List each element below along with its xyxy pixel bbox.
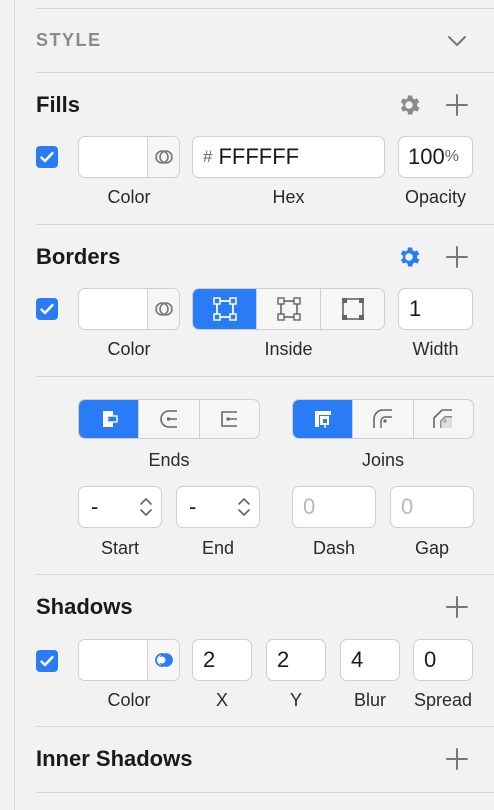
shadow-x-label: X: [215, 690, 228, 710]
end-round-icon: [160, 410, 177, 428]
join-bevel-icon: [433, 409, 453, 428]
gap-field[interactable]: 0: [390, 486, 474, 528]
joins-label: Joins: [361, 450, 405, 470]
updown-chevron-icon: [238, 498, 250, 516]
divider: [36, 792, 494, 793]
shadow-blur-field[interactable]: 4: [340, 639, 400, 681]
shadow-blur-label: Blur: [353, 690, 386, 710]
borders-settings-gear-icon[interactable]: [395, 243, 423, 271]
fills-hex-label: Hex: [272, 187, 305, 207]
border-inside-icon: [212, 297, 237, 321]
end-square-option[interactable]: [198, 400, 259, 438]
end-label: End: [201, 538, 235, 558]
borders-color-label: Color: [107, 339, 151, 359]
panel-left-border: [14, 0, 15, 810]
dash-field[interactable]: 0: [292, 486, 376, 528]
end-value: -: [189, 494, 197, 519]
divider: [36, 574, 494, 575]
divider: [36, 224, 494, 225]
shadow-spread-field[interactable]: 0: [413, 639, 473, 681]
fills-enabled-checkbox[interactable]: [36, 146, 58, 168]
shadow-y-field[interactable]: 2: [266, 639, 326, 681]
start-arrowhead-select[interactable]: -: [78, 486, 162, 528]
shadow-spread-label: Spread: [413, 690, 473, 710]
color-picker-active-icon[interactable]: [147, 640, 179, 680]
dash-placeholder: 0: [303, 494, 316, 519]
fills-color-swatch[interactable]: [79, 137, 147, 177]
hex-prefix: #: [203, 147, 213, 166]
fills-settings-gear-icon[interactable]: [395, 91, 423, 119]
shadows-add-plus-icon[interactable]: [443, 593, 471, 621]
border-outside-icon: [341, 298, 364, 320]
gap-label: Gap: [414, 538, 450, 558]
collapse-chevron-icon[interactable]: [444, 28, 470, 54]
fills-hex-field[interactable]: # FFFFFF: [192, 136, 385, 178]
shadows-enabled-checkbox[interactable]: [36, 650, 58, 672]
borders-width-value: 1: [409, 296, 422, 321]
end-round-option[interactable]: [138, 400, 198, 438]
join-bevel-option[interactable]: [412, 400, 473, 438]
fills-title: Fills: [36, 92, 81, 117]
shadow-x-field[interactable]: 2: [192, 639, 252, 681]
border-outside-option[interactable]: [320, 289, 384, 329]
border-position-segmented[interactable]: [192, 288, 385, 330]
borders-width-field[interactable]: 1: [398, 288, 473, 330]
borders-enabled-checkbox[interactable]: [36, 298, 58, 320]
shadows-color-well[interactable]: [78, 639, 180, 681]
ends-label: Ends: [148, 450, 190, 470]
shadows-color-label: Color: [107, 690, 151, 710]
shadows-title: Shadows: [36, 594, 133, 619]
start-label: Start: [100, 538, 139, 558]
updown-chevron-icon: [140, 498, 152, 516]
fills-color-well[interactable]: [78, 136, 180, 178]
style-header-title: STYLE: [36, 30, 102, 50]
border-center-option[interactable]: [256, 289, 320, 329]
border-center-icon: [276, 297, 301, 321]
shadow-x-value: 2: [203, 647, 216, 672]
divider: [36, 8, 494, 9]
end-butt-option[interactable]: [79, 400, 139, 438]
shadows-color-swatch[interactable]: [79, 640, 147, 680]
border-inside-option[interactable]: [193, 289, 256, 329]
join-miter-icon: [314, 411, 331, 428]
shadow-y-label: Y: [289, 690, 302, 710]
fills-opacity-field[interactable]: 100%: [398, 136, 473, 178]
end-square-icon: [221, 411, 238, 427]
shadow-blur-value: 4: [351, 647, 364, 672]
borders-position-label: Inside: [264, 339, 313, 359]
fills-color-label: Color: [107, 187, 151, 207]
color-picker-icon[interactable]: [147, 137, 179, 177]
inner-shadows-add-plus-icon[interactable]: [443, 745, 471, 773]
start-value: -: [91, 494, 99, 519]
borders-add-plus-icon[interactable]: [443, 243, 471, 271]
fills-hex-value: FFFFFF: [218, 144, 300, 169]
end-arrowhead-select[interactable]: -: [176, 486, 260, 528]
borders-color-swatch[interactable]: [79, 289, 147, 329]
shadow-y-value: 2: [277, 647, 290, 672]
join-round-icon: [373, 409, 392, 428]
end-butt-icon: [102, 411, 118, 427]
join-miter-option[interactable]: [293, 400, 353, 438]
shadow-spread-value: 0: [424, 647, 437, 672]
borders-width-label: Width: [412, 339, 459, 359]
line-ends-segmented[interactable]: [78, 399, 260, 439]
inner-shadows-title: Inner Shadows: [36, 746, 193, 771]
gap-placeholder: 0: [401, 494, 414, 519]
divider: [36, 376, 494, 377]
divider: [36, 72, 494, 73]
fills-add-plus-icon[interactable]: [443, 91, 471, 119]
fills-opacity-label: Opacity: [404, 187, 467, 207]
borders-title: Borders: [36, 244, 121, 269]
borders-color-well[interactable]: [78, 288, 180, 330]
fills-opacity-value: 100: [408, 144, 445, 169]
color-picker-icon[interactable]: [147, 289, 179, 329]
divider: [36, 726, 494, 727]
dash-label: Dash: [312, 538, 356, 558]
line-joins-segmented[interactable]: [292, 399, 474, 439]
join-round-option[interactable]: [352, 400, 412, 438]
opacity-unit: %: [444, 148, 459, 165]
